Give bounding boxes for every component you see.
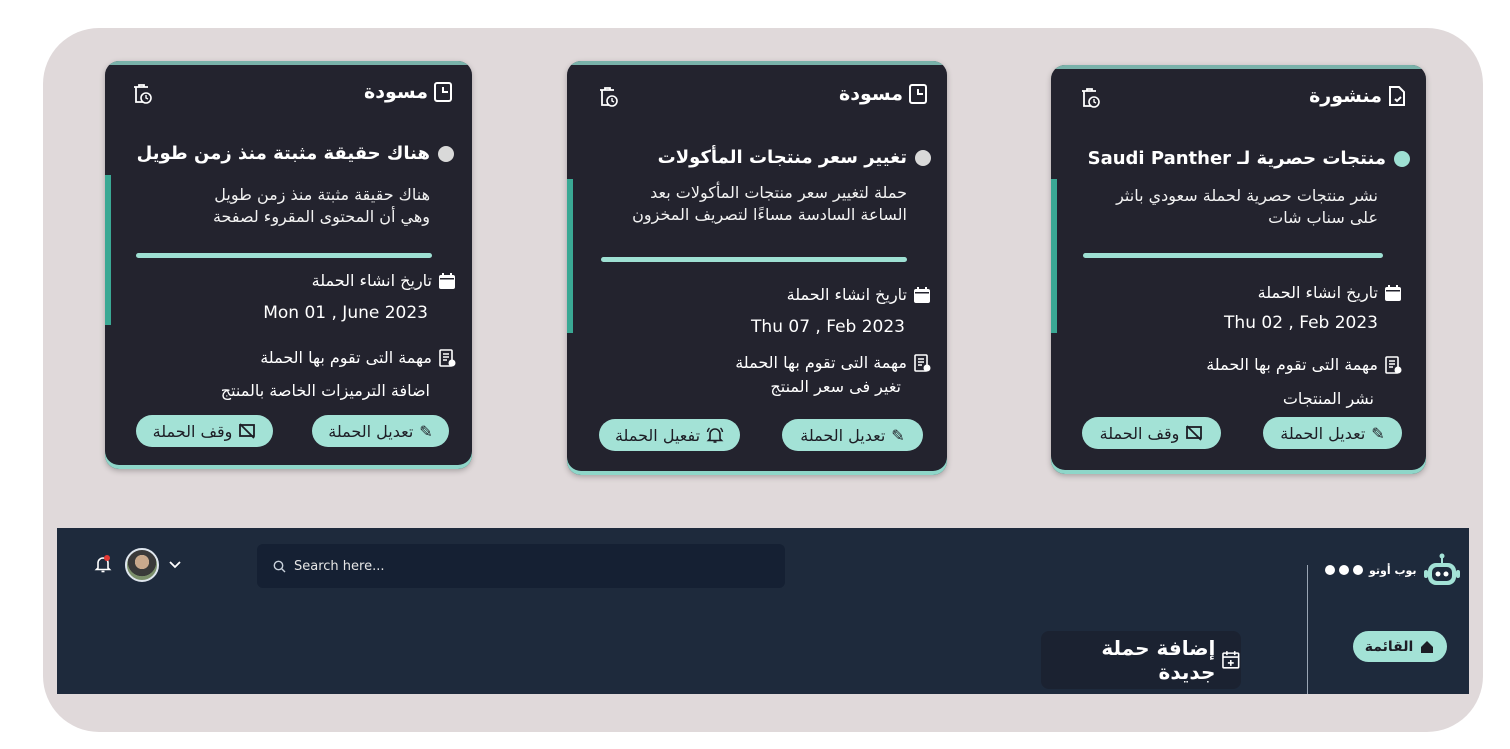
no-screen-icon [239,423,256,439]
robot-icon [1423,553,1460,585]
calendar-icon [1385,284,1401,301]
campaign-title: منتجات حصرية لـ Saudi Panther [1088,148,1410,169]
campaign-description: حملة لتغيير سعر منتجات المأكولات بعد الس… [632,183,907,224]
card-accent [567,61,947,65]
add-campaign-button[interactable]: إضافة حملة جديدة [1041,631,1241,689]
chevron-down-icon[interactable] [168,557,182,571]
top-header-bar: Search here... بوب أوتو إضافة حملة جديدة… [57,528,1469,694]
task-list-icon [914,353,931,372]
stop-campaign-button[interactable]: وقف الحملة [136,415,273,447]
created-date: Thu 02 , Feb 2023 [1224,313,1378,333]
card-divider [1083,253,1383,258]
menu-button[interactable]: القائمة [1353,631,1447,662]
notification-bell-icon[interactable] [93,554,113,574]
app-frame: مسودة هناك حقيقة مثبتة منذ زمن طويل هناك… [43,28,1483,732]
campaign-card: مسودة هناك حقيقة مثبتة منذ زمن طويل هناك… [105,61,472,469]
status-badge: منشورة [1309,85,1408,107]
edit-campaign-button[interactable]: ✎ تعديل الحملة [1263,417,1402,449]
activate-campaign-button[interactable]: تفعيل الحملة [599,419,740,451]
sidebar-divider [1307,565,1308,694]
created-label: تاريخ انشاء الحملة [312,271,456,290]
brand-logo: بوب أوتو [1325,552,1461,588]
calendar-icon [914,286,930,303]
card-sidebar-accent [105,175,111,325]
card-sidebar-accent [1051,179,1057,333]
search-input[interactable]: Search here... [257,544,785,588]
campaign-card: منشورة منتجات حصرية لـ Saudi Panther نشر… [1051,65,1426,474]
bell-ring-icon [706,427,724,443]
task-value: اضافة الترميزات الخاصة بالمنتج [220,381,430,400]
status-badge: مسودة [839,83,929,105]
created-label: تاريخ انشاء الحملة [787,285,931,304]
dots-icon[interactable] [1325,565,1363,575]
search-icon [273,560,286,572]
campaign-description: هناك حقيقة مثبتة منذ زمن طويل وهي أن الم… [212,185,430,226]
campaign-title: تغيير سعر منتجات المأكولات [658,147,931,168]
task-value: نشر المنتجات [1282,389,1374,408]
card-sidebar-accent [567,179,573,333]
task-label: مهمة التى تقوم بها الحملة [260,348,456,367]
calendar-add-icon [1222,651,1240,669]
document-check-icon [1389,86,1405,106]
campaign-description: نشر منتجات حصرية لحملة سعودي بانثر على س… [1116,186,1378,227]
created-date: Mon 01 , June 2023 [263,303,428,323]
calendar-icon [439,272,455,289]
created-label: تاريخ انشاء الحملة [1258,283,1402,302]
status-dot [915,149,931,166]
task-list-icon [1385,355,1402,374]
trash-schedule-icon[interactable] [131,83,153,105]
status-dot [1394,150,1410,167]
task-label: مهمة التى تقوم بها الحملة [735,353,931,372]
campaign-title: هناك حقيقة مثبتة منذ زمن طويل [137,143,454,164]
home-icon [1421,640,1434,653]
avatar[interactable] [125,548,159,582]
stop-campaign-button[interactable]: وقف الحملة [1082,417,1221,449]
trash-schedule-icon[interactable] [597,86,619,108]
draft-icon [909,84,927,104]
edit-campaign-button[interactable]: ✎ تعديل الحملة [782,419,923,451]
task-label: مهمة التى تقوم بها الحملة [1206,355,1402,374]
task-list-icon [439,348,456,367]
task-value: تغير فى سعر المنتج [770,377,901,396]
card-accent [105,61,472,65]
created-date: Thu 07 , Feb 2023 [751,317,905,337]
status-dot [438,145,454,162]
pencil-icon: ✎ [1371,423,1385,443]
no-screen-icon [1186,425,1203,441]
card-accent [1051,65,1426,69]
edit-campaign-button[interactable]: ✎ تعديل الحملة [312,415,449,447]
search-placeholder: Search here... [294,558,385,574]
status-badge: مسودة [364,81,454,103]
pencil-icon: ✎ [419,421,433,441]
card-divider [136,253,432,258]
pencil-icon: ✎ [891,425,905,445]
campaign-card: مسودة تغيير سعر منتجات المأكولات حملة لت… [567,61,947,475]
card-divider [601,257,907,262]
draft-icon [434,82,452,102]
brand-name: بوب أوتو [1369,563,1417,577]
trash-schedule-icon[interactable] [1079,87,1101,109]
